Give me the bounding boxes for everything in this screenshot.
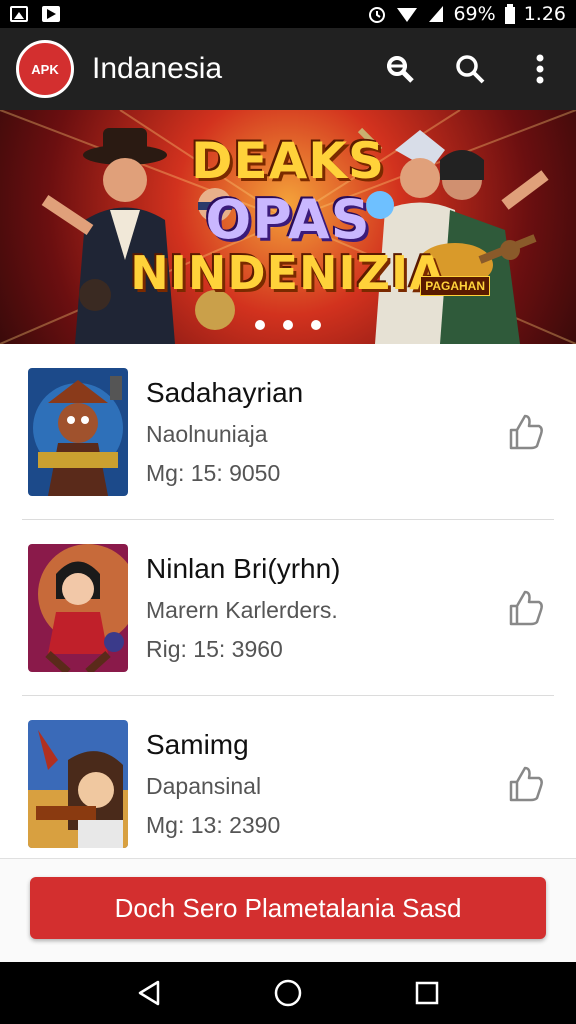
home-button[interactable] [268,973,308,1013]
game-title: Ninlan Bri(yrhn) [146,552,341,584]
game-title: Samimg [146,728,249,760]
app-bar: APK Indanesia [0,28,576,110]
banner-title-line-2: OPAS [205,188,371,251]
like-button[interactable] [502,409,548,455]
banner-pager [0,320,576,330]
pager-dot[interactable] [255,320,265,330]
signal-icon [429,6,444,22]
more-vert-icon [536,54,544,84]
game-subtitle: Naolnuniaja [146,420,268,447]
search-alt-button[interactable] [380,49,420,89]
pager-dot[interactable] [283,320,293,330]
recents-square-icon [415,981,438,1005]
battery-icon [504,4,515,24]
image-icon [10,6,28,22]
system-nav-bar [0,962,576,1024]
primary-cta-button[interactable]: Doch Sero Plametalania Sasd [30,877,546,939]
status-bar: 69% 1.26 [0,0,576,28]
like-button[interactable] [502,585,548,631]
thumbs-up-icon [509,766,543,801]
game-thumbnail [28,367,128,496]
search-button[interactable] [450,49,490,89]
more-options-button[interactable] [520,49,560,89]
list-item[interactable]: Samimg Dapansinal Mg: 13: 2390 [0,696,576,871]
app-logo[interactable]: APK [16,40,74,98]
search-icon [456,55,485,84]
list-item[interactable]: Sadahayrian Naolnuniaja Mg: 15: 9050 [0,344,576,519]
list-item[interactable]: Ninlan Bri(yrhn) Marern Karlerders. Rig:… [0,520,576,695]
thumbs-up-icon [509,590,543,625]
app-logo-text: APK [31,61,59,77]
back-triangle-icon [139,980,160,1006]
banner-badge: PAGAHAN [420,276,490,296]
pager-dot[interactable] [311,320,321,330]
like-button[interactable] [502,761,548,807]
play-store-icon [42,6,60,22]
game-subtitle: Marern Karlerders. [146,596,338,623]
banner-title-line-1: DEAKS [190,132,386,190]
home-circle-icon [274,979,302,1007]
recents-button[interactable] [407,973,447,1013]
game-subtitle: Dapansinal [146,772,262,799]
game-meta: Mg: 13: 2390 [146,811,281,838]
back-button[interactable] [129,973,169,1013]
app-title: Indanesia [92,52,223,85]
battery-percent: 69% [453,3,496,25]
thumbs-up-icon [509,414,543,449]
clock: 1.26 [523,3,566,25]
game-thumbnail [28,543,128,672]
game-meta: Mg: 15: 9050 [146,459,281,486]
alarm-icon [369,7,386,23]
game-meta: Rig: 15: 3960 [146,635,283,662]
search-alt-icon [387,56,414,83]
game-thumbnail [28,719,128,848]
bottom-action-area: Doch Sero Plametalania Sasd [0,858,576,962]
promo-banner[interactable]: DEAKS OPAS NINDENIZIA PAGAHAN [0,110,576,344]
game-title: Sadahayrian [146,376,304,408]
game-list: Sadahayrian Naolnuniaja Mg: 15: 9050 Nin… [0,344,576,871]
wifi-icon [397,8,418,22]
